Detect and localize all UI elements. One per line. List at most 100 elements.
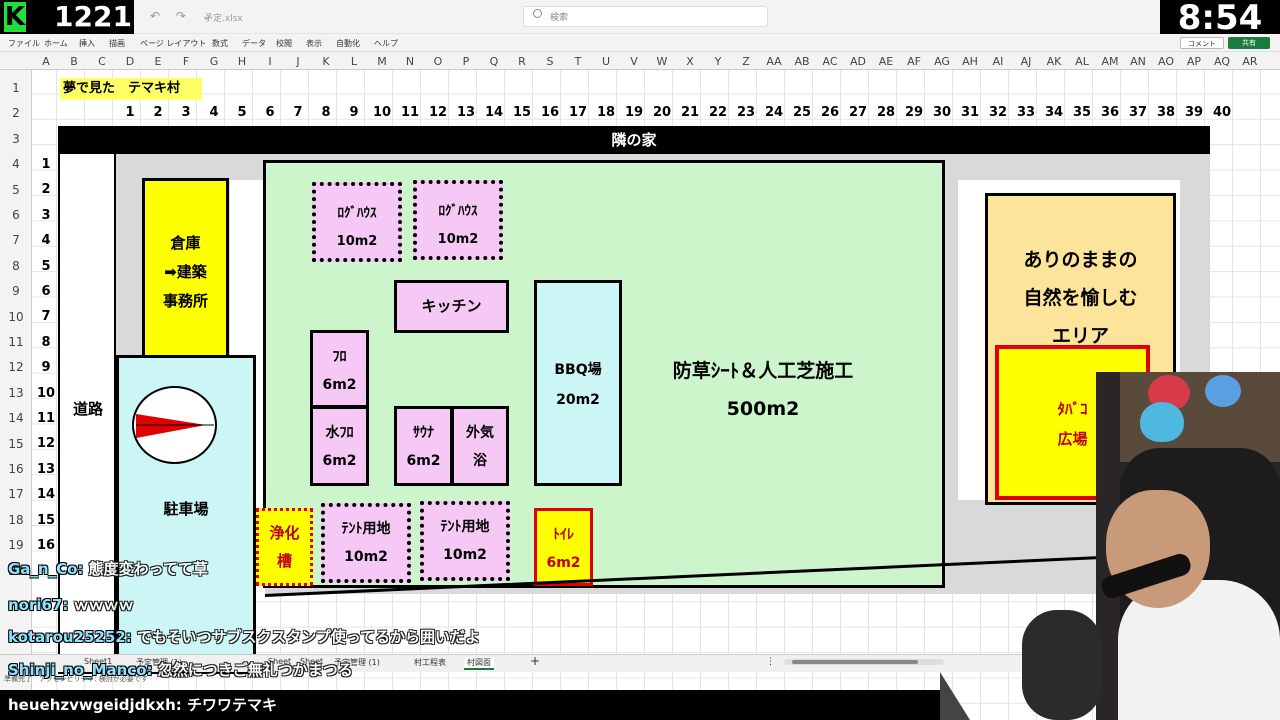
grid-number-cell[interactable]: 16 [536, 105, 564, 120]
grid-number-cell[interactable]: 16 [32, 538, 60, 553]
column-letter[interactable]: I [256, 55, 284, 68]
grid-number-cell[interactable]: 31 [956, 105, 984, 120]
row-number[interactable]: 15 [0, 437, 32, 451]
grid-number-cell[interactable]: 27 [844, 105, 872, 120]
column-letter[interactable]: X [676, 55, 704, 68]
grid-number-cell[interactable]: 39 [1180, 105, 1208, 120]
sheet-tab-active[interactable]: 村図面 [464, 657, 494, 670]
menu-automate[interactable]: 自動化 [336, 38, 360, 49]
grid-number-cell[interactable]: 2 [32, 182, 60, 197]
grid-number-cell[interactable]: 7 [284, 105, 312, 120]
row-number[interactable]: 16 [0, 462, 32, 476]
grid-number-cell[interactable]: 24 [760, 105, 788, 120]
column-letter[interactable]: W [648, 55, 676, 68]
grid-number-cell[interactable]: 4 [32, 233, 60, 248]
column-letter[interactable]: AF [900, 55, 928, 68]
column-letter[interactable]: A [32, 55, 60, 68]
row-number[interactable]: 8 [0, 259, 32, 273]
column-letter[interactable]: G [200, 55, 228, 68]
share-button[interactable]: 共有 [1228, 37, 1270, 49]
scrollbar-thumb[interactable] [792, 660, 918, 664]
grid-number-cell[interactable]: 9 [340, 105, 368, 120]
grid-number-cell[interactable]: 1 [32, 157, 60, 172]
grid-number-cell[interactable]: 34 [1040, 105, 1068, 120]
grid-number-cell[interactable]: 37 [1124, 105, 1152, 120]
column-letter[interactable]: V [620, 55, 648, 68]
column-letter[interactable]: J [284, 55, 312, 68]
column-letter[interactable]: E [144, 55, 172, 68]
grid-number-cell[interactable]: 8 [312, 105, 340, 120]
menu-view[interactable]: 表示 [306, 38, 322, 49]
menu-draw[interactable]: 描画 [109, 38, 125, 49]
row-number[interactable]: 10 [0, 310, 32, 324]
grid-number-cell[interactable]: 6 [256, 105, 284, 120]
column-letter[interactable]: D [116, 55, 144, 68]
grid-number-cell[interactable]: 5 [228, 105, 256, 120]
grid-number-cell[interactable]: 10 [32, 386, 60, 401]
column-letter[interactable]: O [424, 55, 452, 68]
grid-number-cell[interactable]: 3 [172, 105, 200, 120]
file-name[interactable]: 予定.xlsx [204, 11, 243, 24]
row-number[interactable]: 18 [0, 513, 32, 527]
column-letter[interactable]: H [228, 55, 256, 68]
grid-number-cell[interactable]: 5 [32, 259, 60, 274]
row-number[interactable]: 7 [0, 233, 32, 247]
row-number[interactable]: 2 [0, 106, 32, 120]
column-letter[interactable]: R [508, 55, 536, 68]
column-letter[interactable]: Q [480, 55, 508, 68]
column-letter[interactable]: U [592, 55, 620, 68]
grid-number-cell[interactable]: 19 [620, 105, 648, 120]
menu-home[interactable]: ホーム [44, 38, 68, 49]
grid-number-cell[interactable]: 12 [32, 436, 60, 451]
menu-file[interactable]: ファイル [8, 38, 40, 49]
column-letter[interactable]: AH [956, 55, 984, 68]
grid-number-cell[interactable]: 15 [508, 105, 536, 120]
column-letter[interactable]: C [88, 55, 116, 68]
column-letter[interactable]: B [60, 55, 88, 68]
row-number[interactable]: 17 [0, 487, 32, 501]
row-number[interactable]: 4 [0, 157, 32, 171]
column-letter[interactable]: AK [1040, 55, 1068, 68]
menu-review[interactable]: 校閲 [276, 38, 292, 49]
column-letter[interactable]: S [536, 55, 564, 68]
grid-number-cell[interactable]: 7 [32, 309, 60, 324]
grid-number-cell[interactable]: 36 [1096, 105, 1124, 120]
column-letter[interactable]: AI [984, 55, 1012, 68]
column-letter[interactable]: AE [872, 55, 900, 68]
grid-number-cell[interactable]: 11 [396, 105, 424, 120]
row-number[interactable]: 19 [0, 538, 32, 552]
grid-number-cell[interactable]: 6 [32, 284, 60, 299]
grid-number-cell[interactable]: 14 [480, 105, 508, 120]
grid-number-cell[interactable]: 21 [676, 105, 704, 120]
grid-number-cell[interactable]: 13 [452, 105, 480, 120]
grid-number-cell[interactable]: 4 [200, 105, 228, 120]
grid-number-cell[interactable]: 30 [928, 105, 956, 120]
column-letter[interactable]: Y [704, 55, 732, 68]
row-number[interactable]: 14 [0, 411, 32, 425]
grid-number-cell[interactable]: 40 [1208, 105, 1236, 120]
grid-number-cell[interactable]: 29 [900, 105, 928, 120]
sheet-title-cell[interactable]: 夢で見た テマキ村 [60, 78, 202, 100]
grid-number-cell[interactable]: 17 [564, 105, 592, 120]
menu-data[interactable]: データ [242, 38, 266, 49]
grid-number-cell[interactable]: 11 [32, 411, 60, 426]
column-letter[interactable]: M [368, 55, 396, 68]
menu-insert[interactable]: 挿入 [79, 38, 95, 49]
grid-number-cell[interactable]: 1 [116, 105, 144, 120]
row-number[interactable]: 1 [0, 81, 32, 95]
menu-help[interactable]: ヘルプ [374, 38, 398, 49]
column-letter[interactable]: T [564, 55, 592, 68]
column-letter[interactable]: P [452, 55, 480, 68]
row-number[interactable]: 13 [0, 386, 32, 400]
column-letter[interactable]: AC [816, 55, 844, 68]
column-letter[interactable]: AP [1180, 55, 1208, 68]
column-letter[interactable]: Z [732, 55, 760, 68]
grid-number-cell[interactable]: 8 [32, 335, 60, 350]
grid-number-cell[interactable]: 33 [1012, 105, 1040, 120]
column-letter[interactable]: AN [1124, 55, 1152, 68]
column-letter[interactable]: AQ [1208, 55, 1236, 68]
grid-number-cell[interactable]: 26 [816, 105, 844, 120]
grid-number-cell[interactable]: 28 [872, 105, 900, 120]
sheet-tab[interactable]: 村工程表 [414, 657, 446, 668]
comment-button[interactable]: コメント [1180, 37, 1224, 49]
